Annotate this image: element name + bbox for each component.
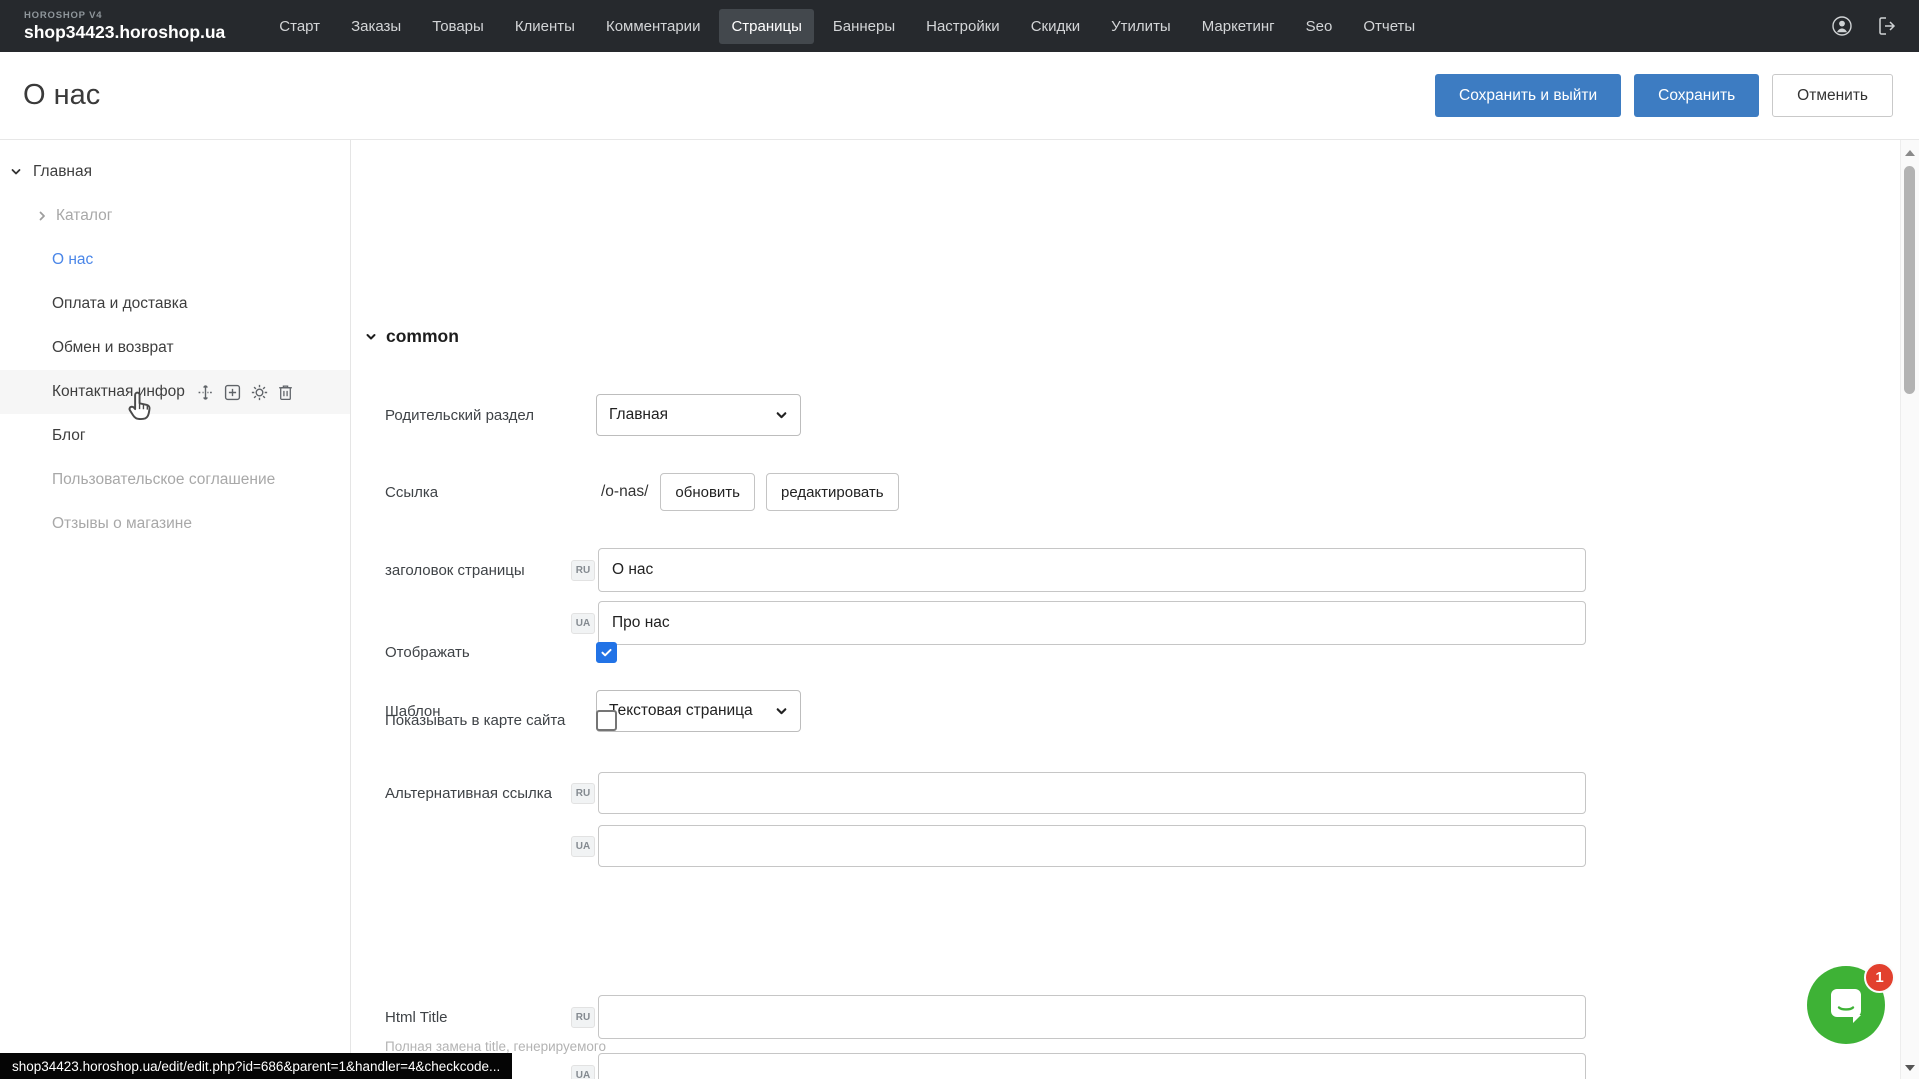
- chevron-down-icon: [365, 331, 377, 343]
- parent-section-value: Главная: [609, 406, 775, 424]
- trash-icon[interactable]: [278, 384, 293, 401]
- nav-item-seo[interactable]: Seo: [1294, 9, 1345, 44]
- alt-link-ru-input[interactable]: [598, 772, 1586, 814]
- tree-item-label: Каталог: [56, 207, 112, 225]
- link-path: /o-nas/: [601, 483, 648, 501]
- vertical-scrollbar[interactable]: [1900, 140, 1919, 1079]
- html-title-ru-input[interactable]: [598, 995, 1586, 1039]
- lang-ua-badge: UA: [571, 836, 595, 857]
- page-title: О нас: [23, 79, 100, 112]
- add-page-icon[interactable]: [224, 384, 241, 401]
- status-url: shop34423.horoshop.ua/edit/edit.php?id=6…: [12, 1059, 500, 1074]
- scroll-up-arrow[interactable]: [1905, 150, 1915, 156]
- link-label: Ссылка: [385, 484, 596, 501]
- sitemap-label: Показывать в карте сайта: [385, 712, 596, 729]
- tree-item-label: Обмен и возврат: [0, 339, 174, 357]
- link-status-bar: shop34423.horoshop.ua/edit/edit.php?id=6…: [0, 1053, 512, 1079]
- lang-ru-badge: RU: [571, 783, 595, 804]
- brand-logo[interactable]: HOROSHOP V4 shop34423.horoshop.ua: [24, 11, 225, 41]
- account-icon[interactable]: [1831, 15, 1853, 37]
- lang-ru-badge: RU: [571, 1007, 595, 1028]
- tree-item-blog[interactable]: Блог: [0, 414, 350, 458]
- logout-icon[interactable]: [1877, 15, 1899, 37]
- nav-item-clients[interactable]: Клиенты: [503, 9, 587, 44]
- tree-item-contact-info[interactable]: Контактная инфор: [0, 370, 350, 414]
- parent-section-label: Родительский раздел: [385, 407, 596, 424]
- html-title-label: Html Title: [385, 1009, 571, 1026]
- alt-link-ua-input[interactable]: [598, 825, 1586, 867]
- tree-item-label: Пользовательское соглашение: [0, 471, 275, 489]
- page-edit-form: common Родительский раздел Главная Ссылк…: [352, 140, 1900, 1079]
- tree-item-catalog[interactable]: Каталог: [0, 194, 350, 238]
- page-header: О нас Сохранить и выйти Сохранить Отмени…: [0, 52, 1919, 140]
- nav-item-banners[interactable]: Баннеры: [821, 9, 907, 44]
- tree-item-label: Контактная инфор: [0, 383, 185, 401]
- move-icon[interactable]: [197, 384, 214, 401]
- tree-item-label: О нас: [0, 251, 93, 269]
- section-common-toggle[interactable]: common: [365, 326, 459, 347]
- lang-ua-badge: UA: [571, 613, 595, 634]
- top-navbar: HOROSHOP V4 shop34423.horoshop.ua Старт …: [0, 0, 1919, 52]
- chat-widget-button[interactable]: 1: [1807, 966, 1885, 1044]
- brand-version: HOROSHOP V4: [24, 11, 225, 21]
- alt-link-label: Альтернативная ссылка: [385, 785, 571, 802]
- section-title: common: [386, 326, 459, 347]
- lang-ua-badge: UA: [571, 1065, 595, 1079]
- chat-bubble-icon: [1826, 985, 1866, 1025]
- link-edit-button[interactable]: редактировать: [766, 473, 899, 511]
- gear-icon[interactable]: [251, 384, 268, 401]
- display-label: Отображать: [385, 644, 596, 661]
- display-checkbox[interactable]: [596, 642, 617, 663]
- save-and-exit-button[interactable]: Сохранить и выйти: [1435, 74, 1621, 117]
- tree-item-payment-delivery[interactable]: Оплата и доставка: [0, 282, 350, 326]
- page-title-ua-input[interactable]: [598, 601, 1586, 645]
- tree-item-home[interactable]: Главная: [0, 150, 350, 194]
- main-nav: Старт Заказы Товары Клиенты Комментарии …: [267, 9, 1427, 44]
- nav-item-products[interactable]: Товары: [420, 9, 496, 44]
- nav-item-settings[interactable]: Настройки: [914, 9, 1012, 44]
- chat-unread-badge: 1: [1864, 962, 1895, 993]
- scroll-down-arrow[interactable]: [1905, 1065, 1915, 1071]
- tree-item-label: Отзывы о магазине: [0, 515, 192, 533]
- tree-item-user-agreement[interactable]: Пользовательское соглашение: [0, 458, 350, 502]
- tree-item-label: Оплата и доставка: [0, 295, 188, 313]
- nav-item-utilities[interactable]: Утилиты: [1099, 9, 1183, 44]
- save-button[interactable]: Сохранить: [1634, 74, 1759, 117]
- brand-domain: shop34423.horoshop.ua: [24, 23, 225, 41]
- tree-item-label: Блог: [0, 427, 86, 445]
- nav-item-comments[interactable]: Комментарии: [594, 9, 712, 44]
- chevron-down-icon: [775, 409, 788, 422]
- nav-item-discounts[interactable]: Скидки: [1019, 9, 1092, 44]
- sitemap-checkbox[interactable]: [596, 710, 617, 731]
- nav-item-marketing[interactable]: Маркетинг: [1190, 9, 1287, 44]
- nav-item-reports[interactable]: Отчеты: [1351, 9, 1427, 44]
- nav-item-pages[interactable]: Страницы: [719, 9, 813, 44]
- lang-ru-badge: RU: [571, 560, 595, 581]
- html-title-ua-input[interactable]: [598, 1053, 1586, 1079]
- tree-item-exchange-return[interactable]: Обмен и возврат: [0, 326, 350, 370]
- page-title-ru-input[interactable]: [598, 548, 1586, 592]
- tree-item-about-us[interactable]: О нас: [0, 238, 350, 282]
- page-title-label: заголовок страницы: [385, 562, 571, 579]
- chevron-down-icon[interactable]: [10, 166, 22, 178]
- nav-item-orders[interactable]: Заказы: [339, 9, 413, 44]
- cancel-button[interactable]: Отменить: [1772, 74, 1893, 117]
- parent-section-select[interactable]: Главная: [596, 394, 801, 436]
- link-refresh-button[interactable]: обновить: [660, 473, 755, 511]
- nav-item-start[interactable]: Старт: [267, 9, 332, 44]
- html-title-hint: Полная замена title, генерируемого: [385, 1039, 606, 1054]
- chevron-right-icon[interactable]: [36, 210, 48, 222]
- tree-item-store-reviews[interactable]: Отзывы о магазине: [0, 502, 350, 546]
- pages-tree-sidebar: Главная Каталог О нас Оплата и доставка …: [0, 140, 351, 1079]
- tree-item-label: Главная: [33, 163, 92, 181]
- scroll-thumb[interactable]: [1904, 166, 1915, 394]
